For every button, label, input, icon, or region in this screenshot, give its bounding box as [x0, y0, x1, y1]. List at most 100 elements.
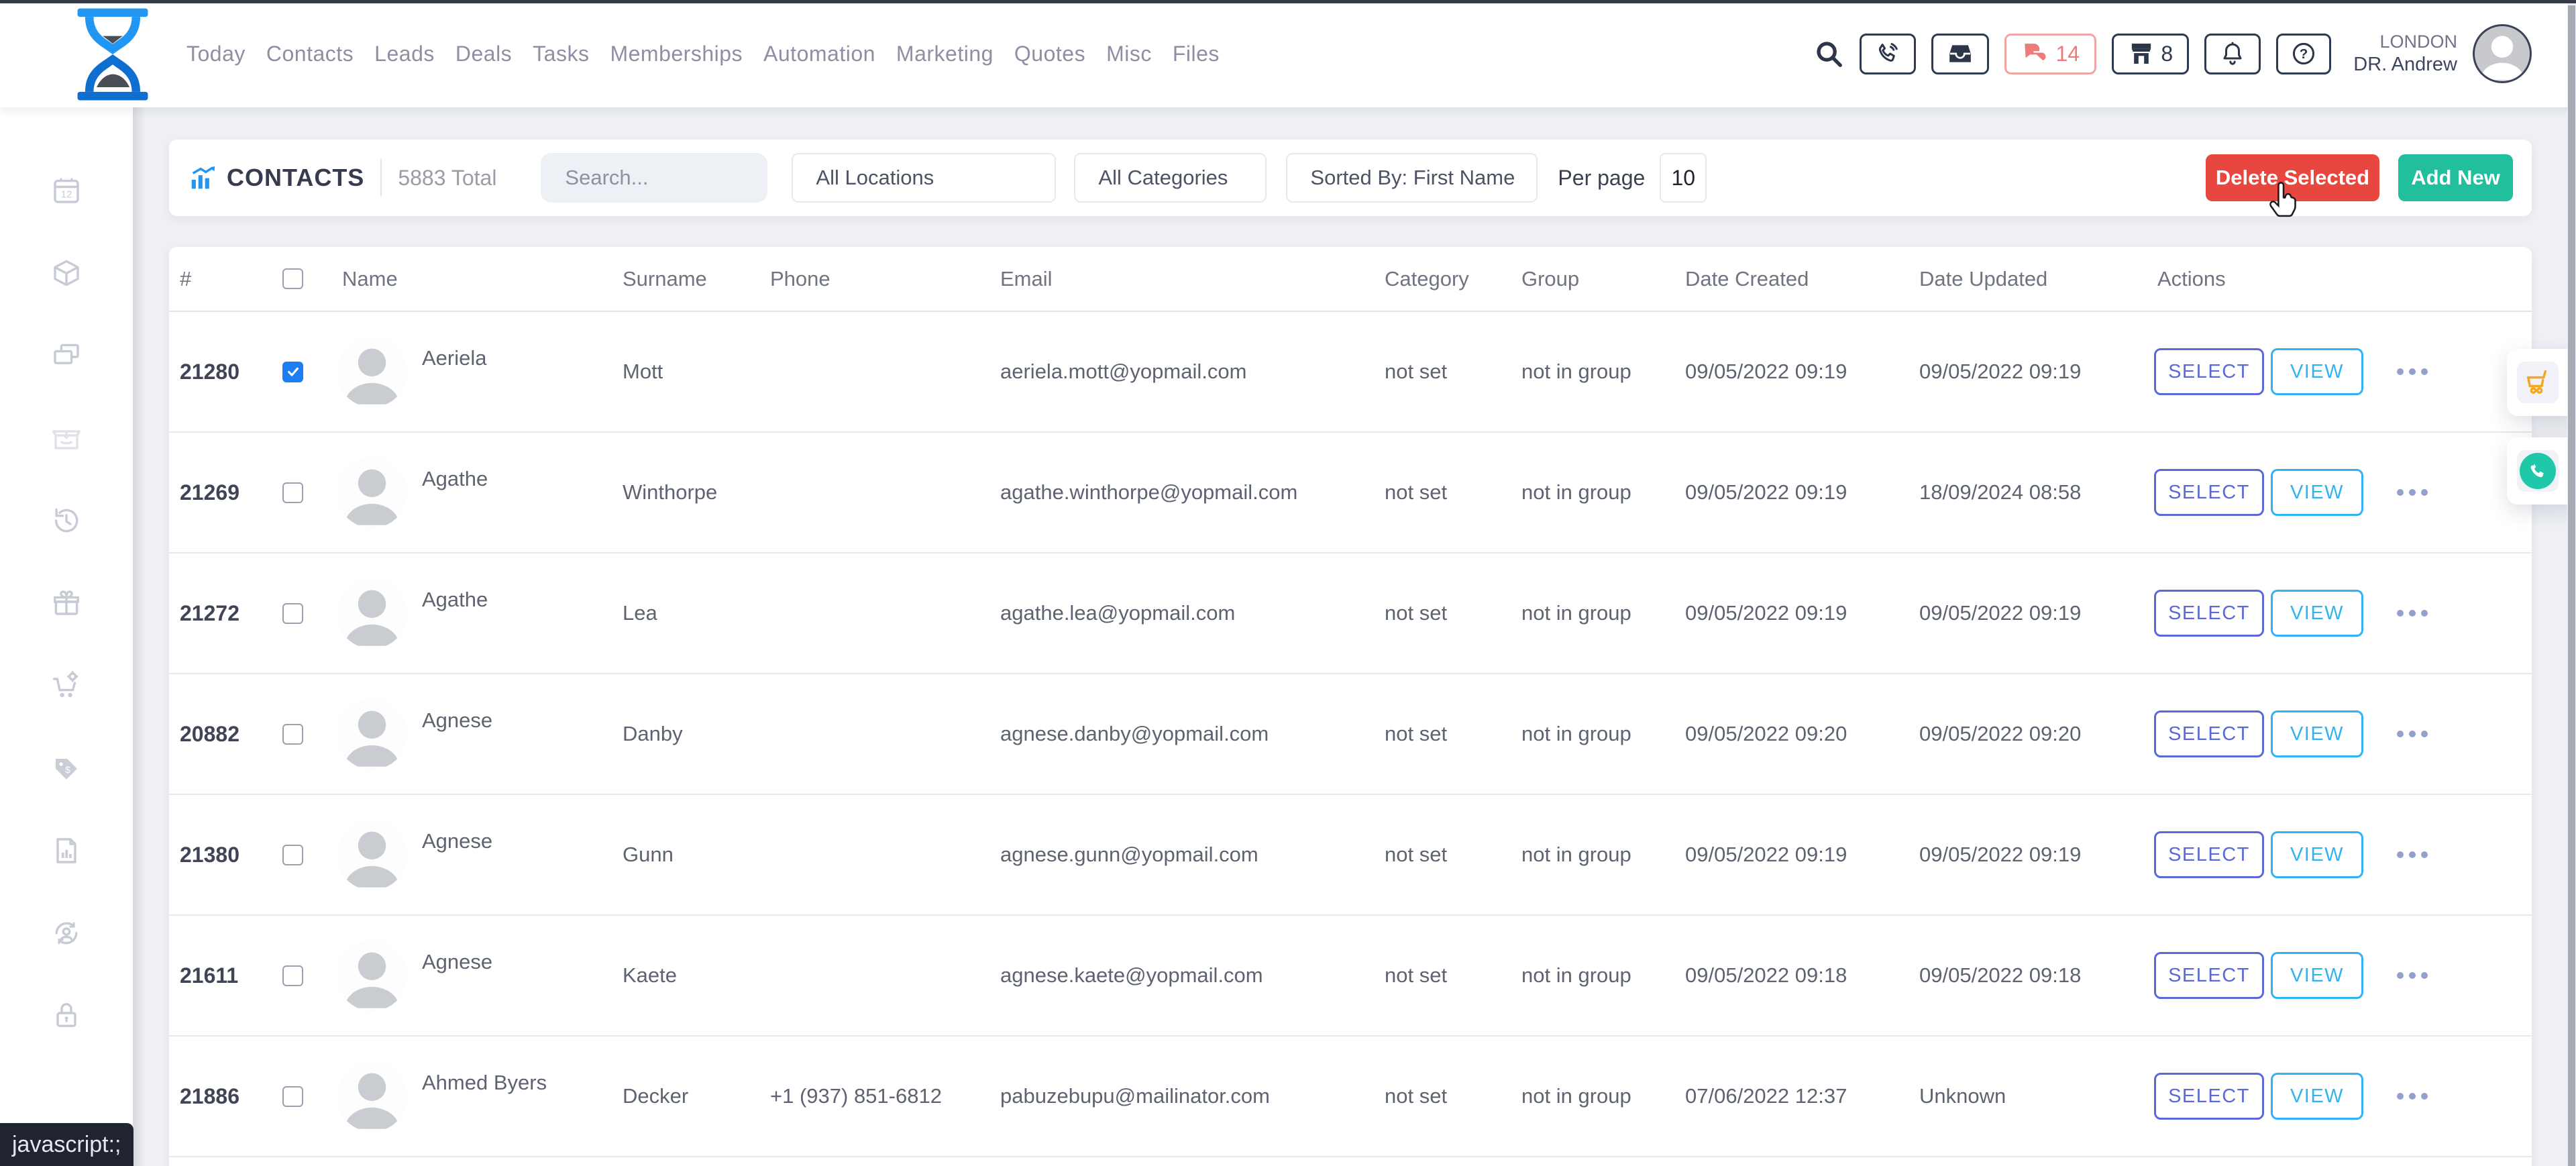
contact-category: not set: [1385, 843, 1521, 867]
row-more-menu[interactable]: [2397, 610, 2428, 617]
sort-select[interactable]: Sorted By: First Name: [1286, 153, 1538, 203]
inbox-button[interactable]: [1931, 34, 1989, 74]
row-checkbox[interactable]: [282, 362, 303, 382]
col-header-id: #: [169, 267, 270, 291]
report-icon[interactable]: [50, 835, 83, 867]
row-checkbox[interactable]: [282, 1086, 303, 1107]
lock-icon[interactable]: [50, 1000, 83, 1032]
nav-today[interactable]: Today: [186, 42, 246, 66]
contact-date-created: 09/05/2022 09:19: [1685, 360, 1919, 384]
contact-group: not in group: [1521, 963, 1685, 988]
calendar-icon[interactable]: 12: [50, 174, 83, 207]
call-icon[interactable]: [2517, 450, 2559, 492]
nav-memberships[interactable]: Memberships: [610, 42, 743, 66]
contact-surname: Winthorpe: [623, 480, 770, 505]
view-button[interactable]: VIEW: [2271, 1073, 2363, 1120]
select-button[interactable]: SELECT: [2154, 831, 2264, 878]
nav-quotes[interactable]: Quotes: [1014, 42, 1085, 66]
contact-surname: Lea: [623, 601, 770, 625]
nav-leads[interactable]: Leads: [374, 42, 435, 66]
messages-button[interactable]: 14: [2004, 34, 2096, 74]
contact-email: agnese.gunn@yopmail.com: [1000, 843, 1385, 867]
notifications-button[interactable]: [2204, 34, 2261, 74]
nav-automation[interactable]: Automation: [763, 42, 875, 66]
select-button[interactable]: SELECT: [2154, 348, 2264, 395]
contact-date-created: 07/06/2022 12:37: [1685, 1084, 1919, 1108]
search-icon[interactable]: [1813, 38, 1844, 69]
user-avatar[interactable]: [2473, 24, 2532, 83]
view-button[interactable]: VIEW: [2271, 348, 2363, 395]
scrollbar-thumb[interactable]: [2568, 5, 2575, 1166]
row-checkbox[interactable]: [282, 482, 303, 503]
contact-first-name: Agnese: [422, 829, 492, 853]
categories-filter[interactable]: All Categories: [1074, 153, 1267, 203]
store-count-badge: 8: [2161, 42, 2173, 66]
contact-date-created: 09/05/2022 09:19: [1685, 843, 1919, 867]
history-icon[interactable]: [50, 505, 83, 537]
col-header-created: Date Created: [1685, 267, 1919, 291]
per-page-input[interactable]: 10: [1660, 153, 1707, 203]
select-button[interactable]: SELECT: [2154, 590, 2264, 637]
nav-files[interactable]: Files: [1173, 42, 1220, 66]
view-button[interactable]: VIEW: [2271, 469, 2363, 516]
row-more-menu[interactable]: [2397, 489, 2428, 496]
row-checkbox[interactable]: [282, 724, 303, 745]
nav-misc[interactable]: Misc: [1106, 42, 1152, 66]
row-checkbox[interactable]: [282, 603, 303, 624]
sidebar: 12: [0, 107, 133, 1166]
row-checkbox[interactable]: [282, 965, 303, 986]
price-tag-icon[interactable]: $: [50, 752, 83, 784]
search-input[interactable]: [541, 165, 834, 191]
select-button[interactable]: SELECT: [2154, 1073, 2264, 1120]
row-more-menu[interactable]: [2397, 731, 2428, 737]
row-checkbox[interactable]: [282, 845, 303, 865]
select-button[interactable]: SELECT: [2154, 952, 2264, 999]
help-button[interactable]: ?: [2276, 34, 2331, 74]
copy-icon[interactable]: [50, 339, 83, 372]
nav-tasks[interactable]: Tasks: [533, 42, 589, 66]
row-more-menu[interactable]: [2397, 1093, 2428, 1100]
link-preview-statusbar: javascript:;: [0, 1123, 133, 1166]
row-more-menu[interactable]: [2397, 851, 2428, 858]
nav-marketing[interactable]: Marketing: [896, 42, 994, 66]
row-id: 20882: [169, 722, 270, 747]
calls-button[interactable]: [1860, 34, 1916, 74]
nav-contacts[interactable]: Contacts: [266, 42, 354, 66]
user-sync-icon[interactable]: [50, 917, 83, 949]
store-button[interactable]: 8: [2112, 34, 2189, 74]
app-logo[interactable]: [60, 5, 165, 103]
row-id: 21269: [169, 480, 270, 505]
contact-first-name: Agnese: [422, 708, 492, 733]
view-button[interactable]: VIEW: [2271, 831, 2363, 878]
view-button[interactable]: VIEW: [2271, 952, 2363, 999]
package-icon[interactable]: [50, 257, 83, 289]
row-more-menu[interactable]: [2397, 368, 2428, 375]
contact-date-updated: 09/05/2022 09:18: [1919, 963, 2154, 988]
gift-icon[interactable]: [50, 587, 83, 619]
contact-group: not in group: [1521, 1084, 1685, 1108]
cart-icon[interactable]: [2517, 362, 2559, 403]
select-all-checkbox[interactable]: [282, 268, 303, 289]
view-button[interactable]: VIEW: [2271, 590, 2363, 637]
contact-date-created: 09/05/2022 09:19: [1685, 601, 1919, 625]
select-button[interactable]: SELECT: [2154, 469, 2264, 516]
table-row: 21269 Agathe Winthorpe agathe.winthorpe@…: [169, 433, 2532, 553]
user-info[interactable]: LONDON DR. Andrew: [2353, 32, 2457, 76]
table-header-row: # Name Surname Phone Email Category Grou…: [169, 247, 2532, 312]
page-scrollbar[interactable]: [2567, 0, 2576, 1166]
unbox-icon[interactable]: [50, 422, 83, 454]
row-more-menu[interactable]: [2397, 972, 2428, 979]
nav-deals[interactable]: Deals: [455, 42, 512, 66]
locations-filter[interactable]: All Locations: [792, 153, 1056, 203]
per-page-label: Per page: [1558, 166, 1645, 191]
bell-icon: [2220, 41, 2245, 66]
row-id: 21280: [169, 360, 270, 384]
add-new-button[interactable]: Add New: [2398, 154, 2513, 201]
delete-selected-button[interactable]: Delete Selected: [2206, 154, 2379, 201]
contact-phone: +1 (937) 851-6812: [770, 1084, 1000, 1108]
contact-email: agnese.danby@yopmail.com: [1000, 722, 1385, 746]
contact-date-created: 09/05/2022 09:20: [1685, 722, 1919, 746]
cart-settings-icon[interactable]: [50, 670, 83, 702]
select-button[interactable]: SELECT: [2154, 710, 2264, 757]
view-button[interactable]: VIEW: [2271, 710, 2363, 757]
